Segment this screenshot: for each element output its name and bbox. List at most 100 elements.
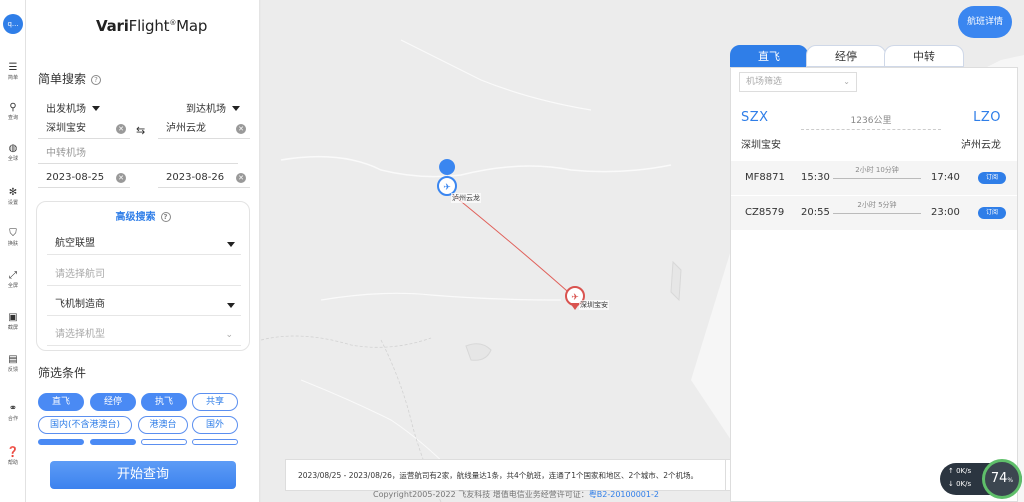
flight-row[interactable]: CZ8579 20:55 2小时 5分钟 23:00 订阅 (731, 196, 1017, 230)
globe-icon: ◍ (8, 143, 18, 154)
rail-item-help[interactable]: ❓ 帮助 (0, 447, 26, 467)
rail-label: 反馈 (7, 366, 19, 373)
filter-chip-partial[interactable] (192, 439, 238, 445)
logo-tail: Map (176, 17, 208, 35)
filter-chip-partial[interactable] (90, 439, 136, 445)
simple-search-title: 简单搜索? (38, 70, 102, 87)
caret-down-icon (232, 106, 240, 111)
rail-item-simple[interactable]: ☰ 简单 (0, 62, 26, 82)
rail-item-settings[interactable]: ✻ 设置 (0, 187, 26, 207)
subscribe-button[interactable]: 订阅 (978, 172, 1006, 184)
rail-item-screenshot[interactable]: ▣ 截屏 (0, 312, 26, 332)
duration-line (833, 178, 921, 179)
transfer-airport-input[interactable]: 中转机场 (38, 144, 238, 164)
upload-speed-value: 0K/s (956, 467, 972, 475)
clear-icon[interactable]: ✕ (236, 124, 246, 134)
manufacturer-label: 飞机制造商 (55, 299, 105, 310)
alliance-label: 航空联盟 (55, 238, 95, 249)
airline-input[interactable]: 请选择航司 (47, 264, 241, 286)
rail-item-cooperate[interactable]: ⚭ 合作 (0, 403, 26, 423)
filter-chip-domestic[interactable]: 国内(不含港澳台) (38, 416, 132, 434)
filter-chip-partial[interactable] (38, 439, 84, 445)
flight-panel: 直飞 经停 中转 机场筛选 ⌄ SZX 1236公里 LZO 深圳宝安 泸州云龙 … (730, 45, 1018, 502)
download-speed: ↓ 0K/s (948, 480, 972, 488)
rail-item-feedback[interactable]: ▤ 反馈 (0, 354, 26, 374)
usage-gauge: 74% (982, 459, 1022, 499)
search-panel: VariFlight®Map 简单搜索? 出发机场 到达机场 深圳宝安 ✕ ⇆ 泸… (26, 0, 260, 502)
flight-duration: 2小时 5分钟 (857, 201, 897, 209)
clear-icon[interactable]: ✕ (236, 173, 246, 183)
rail-label: 截屏 (7, 324, 19, 331)
origin-code: SZX (741, 110, 769, 125)
departure-airport-dropdown[interactable]: 出发机场 (46, 100, 100, 115)
departure-airport-label: 出发机场 (46, 104, 86, 115)
rail-label: 换肤 (7, 240, 19, 247)
rail-item-query[interactable]: ⚲ 查询 (0, 102, 26, 122)
aircraft-model-dropdown[interactable]: 请选择机型 ⌄ (47, 324, 241, 346)
clear-icon[interactable]: ✕ (116, 124, 126, 134)
alliance-dropdown[interactable]: 航空联盟 (47, 233, 241, 255)
copyright-text: Copyright2005-2022 飞友科技 增值电信业务经营许可证： (373, 490, 589, 499)
departure-airport-input[interactable]: 深圳宝安 ✕ (38, 119, 130, 139)
flight-number: CZ8579 (745, 207, 785, 218)
chevron-down-icon: ⌄ (843, 77, 850, 86)
filters-title: 筛选条件 (38, 366, 87, 380)
arrival-airport-input[interactable]: 泸州云龙 ✕ (158, 119, 250, 139)
filter-chip-operating[interactable]: 执飞 (141, 393, 187, 411)
flight-tabs: 直飞 经停 中转 (730, 45, 1018, 67)
rail-label: 查询 (7, 114, 19, 121)
help-icon[interactable]: ? (160, 212, 171, 222)
aircraft-model-placeholder: 请选择机型 (55, 329, 105, 340)
rail-label: 简单 (7, 74, 19, 81)
flight-row[interactable]: MF8871 15:30 2小时 10分钟 17:40 订阅 (731, 161, 1017, 195)
caret-down-icon (227, 303, 235, 308)
filter-chip-direct[interactable]: 直飞 (38, 393, 84, 411)
manufacturer-dropdown[interactable]: 飞机制造商 (47, 294, 241, 316)
flight-details-button[interactable]: 航班详情 (958, 6, 1012, 38)
logo-rest: Flight (128, 17, 170, 35)
tab-stopover[interactable]: 经停 (806, 45, 886, 67)
start-search-button[interactable]: 开始查询 (50, 461, 236, 489)
duration-line (833, 213, 921, 214)
tab-direct[interactable]: 直飞 (730, 45, 808, 67)
arrival-time: 17:40 (931, 172, 960, 183)
filter-chip-international[interactable]: 国外 (192, 416, 238, 434)
origin-city: 深圳宝安 (741, 140, 781, 151)
filter-chip-partial[interactable] (141, 439, 187, 445)
date-to-input[interactable]: 2023-08-26 ✕ (158, 168, 250, 188)
rail-item-skin[interactable]: ⛉ 换肤 (0, 228, 26, 248)
usage-unit: % (1007, 477, 1014, 484)
rail-label: 帮助 (7, 459, 19, 466)
airport-filter-select[interactable]: 机场筛选 ⌄ (739, 72, 857, 92)
screenshot-icon: ▣ (8, 312, 18, 323)
flight-duration: 2小时 10分钟 (855, 166, 899, 174)
advanced-search-box: 高级搜索? 航空联盟 请选择航司 飞机制造商 请选择机型 ⌄ (36, 201, 250, 351)
filter-chip-hmt[interactable]: 港澳台 (138, 416, 188, 434)
logo-bold: Vari (96, 17, 129, 35)
tab-transfer[interactable]: 中转 (884, 45, 964, 67)
origin-city-label: 深圳宝安 (579, 300, 609, 310)
subscribe-button[interactable]: 订阅 (978, 207, 1006, 219)
clear-icon[interactable]: ✕ (116, 173, 126, 183)
advanced-search-title[interactable]: 高级搜索? (37, 208, 249, 223)
network-speed-widget[interactable]: ↑ 0K/s ↓ 0K/s 74% (940, 459, 1022, 499)
destination-code: LZO (973, 110, 1001, 125)
gear-icon: ✻ (8, 187, 18, 198)
help-icon[interactable]: ? (91, 75, 102, 85)
rail-item-global[interactable]: ◍ 全球 (0, 143, 26, 163)
date-to-value: 2023-08-26 (166, 172, 225, 183)
filter-chip-stopover[interactable]: 经停 (90, 393, 136, 411)
avatar[interactable]: q... (3, 14, 23, 34)
departure-time: 15:30 (801, 172, 830, 183)
arrival-airport-dropdown[interactable]: 到达机场 (186, 100, 240, 115)
airport-filter-placeholder: 机场筛选 (746, 77, 783, 87)
route-summary-text: 2023/08/25 - 2023/08/26，运营航司有2家，航线量达1条，共… (298, 471, 699, 480)
license-link[interactable]: 粤B2-20100001-2 (589, 490, 659, 499)
search-icon: ⚲ (9, 102, 17, 113)
rail-label: 合作 (7, 415, 19, 422)
filter-chip-codeshare[interactable]: 共享 (192, 393, 238, 411)
swap-icon[interactable]: ⇆ (136, 124, 145, 137)
rail-item-fullscreen[interactable]: ⤢ 全屏 (0, 270, 26, 290)
route-summary-bar: 2023/08/25 - 2023/08/26，运营航司有2家，航线量达1条，共… (285, 459, 739, 491)
date-from-input[interactable]: 2023-08-25 ✕ (38, 168, 130, 188)
